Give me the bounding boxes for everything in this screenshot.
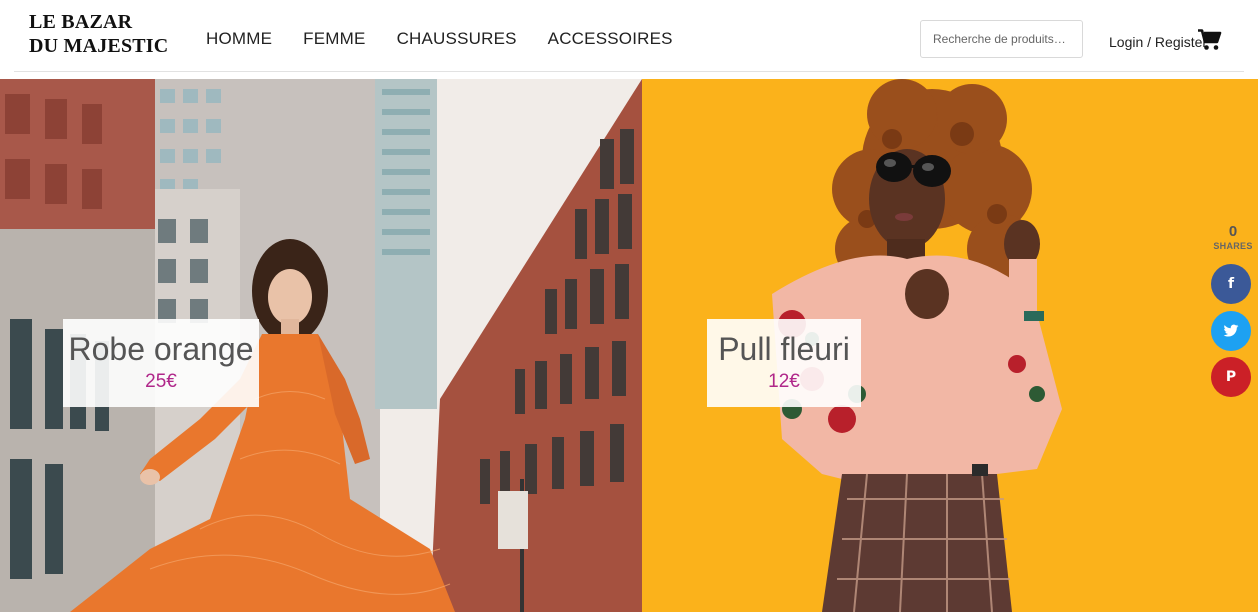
twitter-icon <box>1223 324 1239 337</box>
nav-item-homme[interactable]: HOMME <box>206 29 272 49</box>
product-tile-robe-orange[interactable]: Robe orange 25€ <box>0 79 642 612</box>
main-nav: HOMME FEMME CHAUSSURES ACCESSOIRES <box>206 29 704 49</box>
header-divider <box>14 71 1244 72</box>
facebook-share-button[interactable]: f <box>1211 264 1251 304</box>
pinterest-share-button[interactable]: P <box>1211 357 1251 397</box>
nav-item-chaussures[interactable]: CHAUSSURES <box>397 29 517 49</box>
product-price: 12€ <box>768 371 800 392</box>
twitter-share-button[interactable] <box>1211 311 1251 351</box>
site-logo[interactable]: LE BAZAR DU MAJESTIC <box>29 10 168 58</box>
share-count: 0 <box>1228 223 1238 240</box>
logo-line-1: LE BAZAR <box>29 11 133 33</box>
nav-item-femme[interactable]: FEMME <box>303 29 365 49</box>
social-share-bar: 0 SHARES <box>1208 224 1258 252</box>
facebook-icon: f <box>1227 276 1235 292</box>
nav-item-accessoires[interactable]: ACCESSOIRES <box>548 29 673 49</box>
product-price: 25€ <box>145 371 177 392</box>
share-label: SHARES <box>1213 241 1253 251</box>
login-register-link[interactable]: Login / Register <box>1109 34 1207 50</box>
product-caption-robe-orange[interactable]: Robe orange 25€ <box>63 319 259 407</box>
product-title: Pull fleuri <box>718 331 850 367</box>
pinterest-icon: P <box>1225 369 1237 385</box>
product-caption-pull-fleuri[interactable]: Pull fleuri 12€ <box>707 319 861 407</box>
shopping-cart-icon[interactable] <box>1198 29 1222 51</box>
search-input[interactable] <box>920 20 1083 58</box>
product-tile-pull-fleuri[interactable]: Pull fleuri 12€ <box>642 79 1258 612</box>
logo-line-2: DU MAJESTIC <box>29 35 169 57</box>
site-header: LE BAZAR DU MAJESTIC HOMME FEMME CHAUSSU… <box>0 0 1258 79</box>
product-title: Robe orange <box>68 331 254 367</box>
